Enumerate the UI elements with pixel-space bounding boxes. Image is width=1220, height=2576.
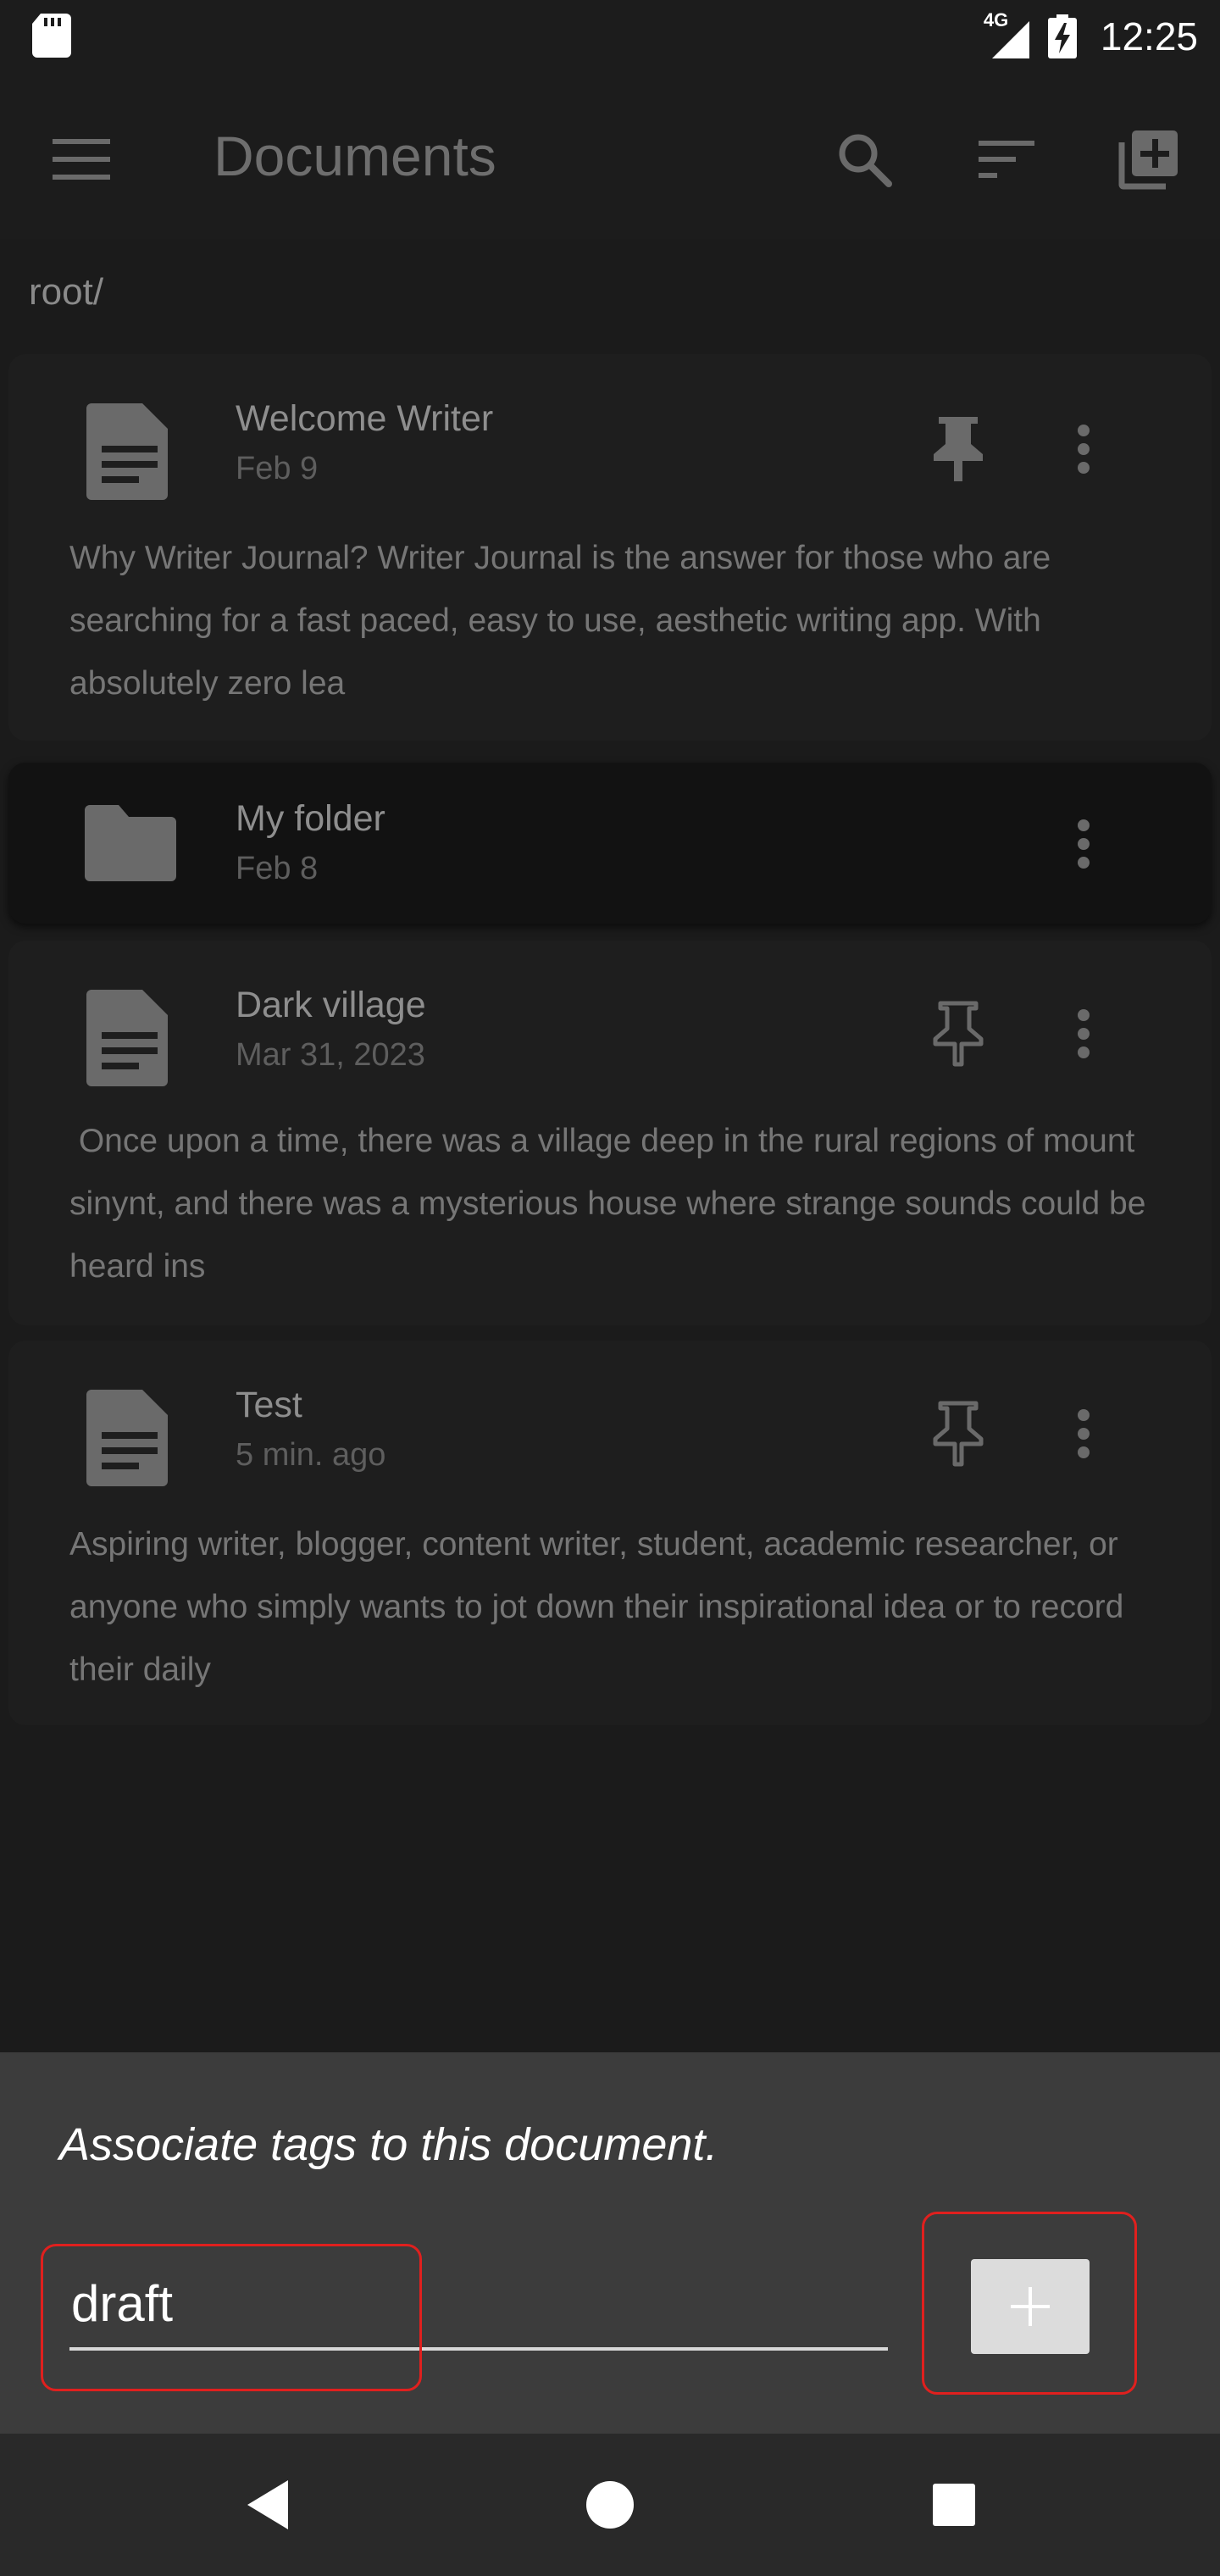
add-document-icon[interactable] xyxy=(1117,127,1181,192)
app-bar: Documents xyxy=(0,73,1220,239)
folder-date: Feb 8 xyxy=(236,851,319,886)
clock: 12:25 xyxy=(1100,14,1198,58)
document-title: Dark village xyxy=(236,985,426,1025)
search-icon[interactable] xyxy=(832,127,896,192)
status-bar: 4G 12:25 xyxy=(0,0,1220,73)
folder-card[interactable]: My folder Feb 8 xyxy=(8,763,1212,924)
menu-icon[interactable] xyxy=(49,127,114,192)
sd-card-icon xyxy=(32,14,71,58)
document-card[interactable]: Welcome Writer Feb 9 Why Writer Journal?… xyxy=(8,354,1212,741)
cell-signal-icon: 4G xyxy=(984,9,1029,58)
document-title: Test xyxy=(236,1385,302,1425)
pin-icon-filled[interactable] xyxy=(930,415,986,483)
pin-icon-outline[interactable] xyxy=(930,1400,986,1468)
document-icon xyxy=(86,1390,168,1486)
document-date: Mar 31, 2023 xyxy=(236,1037,425,1073)
sort-icon[interactable] xyxy=(974,127,1039,192)
document-card[interactable]: Test 5 min. ago Aspiring writer, blogger… xyxy=(8,1341,1212,1725)
document-date: 5 min. ago xyxy=(236,1437,386,1473)
documents-screen: 4G 12:25 Documents root/ Welcome Writer … xyxy=(0,0,1220,2576)
input-highlight-box xyxy=(41,2244,422,2391)
home-icon[interactable] xyxy=(580,2474,640,2535)
tag-prompt: Associate tags to this document. xyxy=(59,2119,718,2170)
document-preview: Aspiring writer, blogger, content writer… xyxy=(69,1526,1124,1688)
document-preview: Once upon a time, there was a village de… xyxy=(69,1123,1156,1285)
folder-title: My folder xyxy=(236,798,385,839)
tag-bottom-sheet: Associate tags to this document. xyxy=(0,2052,1220,2434)
network-type: 4G xyxy=(983,9,1009,31)
folder-icon xyxy=(85,805,176,881)
battery-charging-icon xyxy=(1047,14,1077,58)
status-icons: 4G 12:25 xyxy=(984,8,1198,64)
document-icon xyxy=(86,990,168,1086)
more-options-icon[interactable] xyxy=(1056,415,1112,483)
document-icon xyxy=(86,403,168,500)
page-title: Documents xyxy=(214,125,496,187)
system-nav-bar xyxy=(0,2434,1220,2576)
back-icon[interactable] xyxy=(237,2474,298,2535)
more-options-icon[interactable] xyxy=(1056,1400,1112,1468)
document-date: Feb 9 xyxy=(236,451,319,486)
document-card[interactable]: Dark village Mar 31, 2023 Once upon a ti… xyxy=(8,941,1212,1325)
pin-icon-outline[interactable] xyxy=(930,1000,986,1068)
document-preview: Why Writer Journal? Writer Journal is th… xyxy=(69,540,1051,702)
document-title: Welcome Writer xyxy=(236,398,494,439)
recent-apps-icon[interactable] xyxy=(923,2474,984,2535)
breadcrumb[interactable]: root/ xyxy=(29,271,103,314)
more-options-icon[interactable] xyxy=(1056,810,1112,878)
more-options-icon[interactable] xyxy=(1056,1000,1112,1068)
button-highlight-box xyxy=(922,2212,1137,2395)
